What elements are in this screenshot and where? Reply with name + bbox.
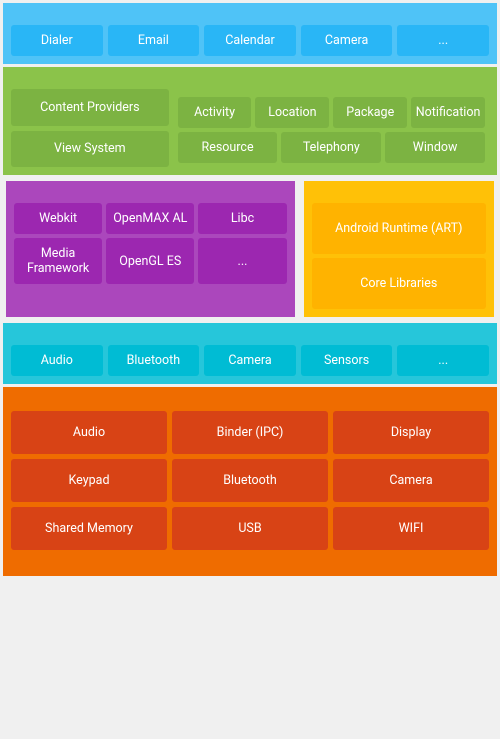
manager-tile: Telephony <box>281 132 381 163</box>
driver-tile: Binder (IPC) <box>172 411 328 454</box>
native-bottom-grid: Media FrameworkOpenGL ES... <box>14 238 287 284</box>
manager-tile: Activity <box>178 97 252 128</box>
driver-tile: Shared Memory <box>11 507 167 550</box>
system-app-tile: Email <box>108 25 200 56</box>
runtime-tile: Android Runtime (ART) <box>312 203 486 254</box>
hal-tile: Bluetooth <box>108 345 200 376</box>
managers-top-grid: ActivityLocationPackageNotification <box>178 97 485 128</box>
linux-kernel-title <box>11 395 489 405</box>
managers-bottom-grid: ResourceTelephonyWindow <box>178 132 485 163</box>
java-api-left-tile: Content Providers <box>11 89 169 126</box>
native-tile: Media Framework <box>14 238 102 284</box>
java-api-inner: Content Providers View System ActivityLoc… <box>11 89 489 167</box>
system-app-tile: Dialer <box>11 25 103 56</box>
hal-tile: ... <box>397 345 489 376</box>
java-api-title <box>11 75 489 85</box>
java-api-layer: Content Providers View System ActivityLoc… <box>3 67 497 175</box>
hal-title <box>11 331 489 341</box>
native-runtime-row: WebkitOpenMAX ALLibc Media FrameworkOpen… <box>3 178 497 320</box>
driver-tile: Camera <box>333 459 489 502</box>
system-apps-layer: DialerEmailCalendarCamera... <box>3 3 497 64</box>
hal-grid: AudioBluetoothCameraSensors... <box>11 345 489 376</box>
driver-tile: Bluetooth <box>172 459 328 502</box>
native-cpp-title <box>14 189 287 199</box>
driver-tile: WIFI <box>333 507 489 550</box>
hal-tile: Audio <box>11 345 103 376</box>
native-tile: Webkit <box>14 203 102 234</box>
hal-tile: Sensors <box>301 345 393 376</box>
android-runtime-layer: Android Runtime (ART)Core Libraries <box>304 181 494 317</box>
manager-tile: Location <box>255 97 329 128</box>
android-runtime-title <box>312 189 486 199</box>
system-apps-title <box>11 11 489 21</box>
driver-tile: Keypad <box>11 459 167 502</box>
manager-tile: Resource <box>178 132 278 163</box>
java-api-right: ActivityLocationPackageNotification Reso… <box>174 89 489 167</box>
java-api-left: Content Providers View System <box>11 89 169 167</box>
system-apps-row: DialerEmailCalendarCamera... <box>11 25 489 56</box>
system-app-tile: Camera <box>301 25 393 56</box>
runtime-tile: Core Libraries <box>312 258 486 309</box>
native-tile: OpenGL ES <box>106 238 194 284</box>
native-cpp-layer: WebkitOpenMAX ALLibc Media FrameworkOpen… <box>6 181 295 317</box>
runtime-grid: Android Runtime (ART)Core Libraries <box>312 203 486 309</box>
native-tile: OpenMAX AL <box>106 203 194 234</box>
manager-tile: Package <box>333 97 407 128</box>
system-app-tile: ... <box>397 25 489 56</box>
manager-tile: Notification <box>411 97 485 128</box>
native-tile: Libc <box>198 203 286 234</box>
hal-tile: Camera <box>204 345 296 376</box>
native-top-grid: WebkitOpenMAX ALLibc <box>14 203 287 234</box>
manager-tile: Window <box>385 132 485 163</box>
java-api-left-tile: View System <box>11 131 169 168</box>
power-management <box>11 556 489 568</box>
native-tile: ... <box>198 238 286 284</box>
driver-tile: USB <box>172 507 328 550</box>
driver-tile: Display <box>333 411 489 454</box>
linux-kernel-layer: AudioBinder (IPC)Display KeypadBluetoothC… <box>3 387 497 576</box>
hal-layer: AudioBluetoothCameraSensors... <box>3 323 497 384</box>
drivers-grid: AudioBinder (IPC)Display KeypadBluetoothC… <box>11 411 489 550</box>
driver-tile: Audio <box>11 411 167 454</box>
system-app-tile: Calendar <box>204 25 296 56</box>
